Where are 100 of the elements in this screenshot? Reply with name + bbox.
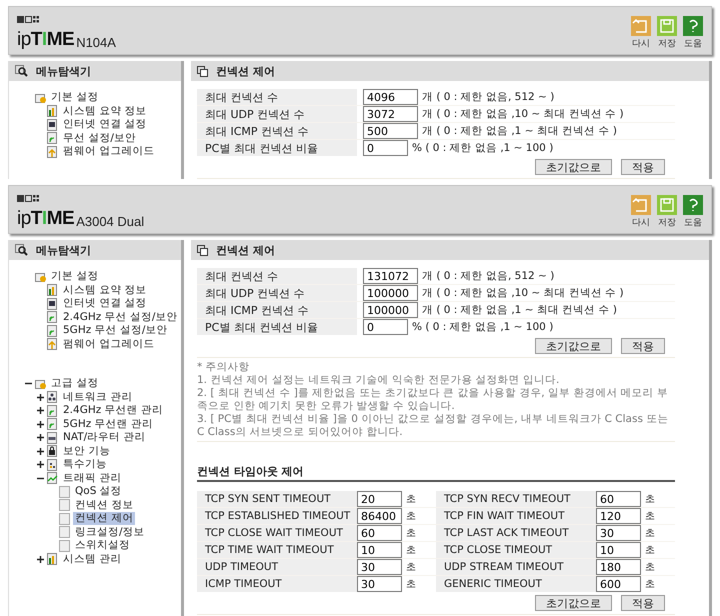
input-field[interactable]: 20 — [357, 491, 402, 507]
menu-item[interactable]: 펌웨어 업그레이드 — [61, 145, 156, 158]
sidebar-title: 메뉴탐색기 — [36, 64, 91, 78]
action-button[interactable]: 적용 — [621, 159, 665, 175]
menu-item[interactable]: 특수기능 — [61, 458, 109, 472]
input-field[interactable]: 131072 — [363, 268, 418, 284]
input-field[interactable]: 4096 — [363, 89, 418, 105]
model-name: A3004 Dual — [76, 214, 144, 229]
return-icon — [631, 16, 651, 36]
menu-item[interactable]: 컨넥션 제어 — [73, 512, 136, 526]
field-hint: 개 ( 0 : 제한 없음 ,10 ~ 최대 컨넥션 수 ) — [422, 286, 624, 300]
field-label: UDP STREAM TIMEOUT — [436, 559, 596, 575]
menu-item[interactable]: 링크설정/정보 — [73, 526, 147, 539]
menu-item[interactable]: 인터넷 연결 설정 — [61, 297, 149, 310]
expand-icon[interactable] — [36, 448, 44, 455]
input-field[interactable]: 100000 — [363, 302, 418, 318]
expand-icon[interactable] — [36, 461, 44, 468]
input-field[interactable]: 0 — [363, 140, 408, 156]
input-field[interactable]: 30 — [357, 576, 402, 592]
unit-label: 초 — [645, 493, 655, 506]
field-label: 최대 ICMP 컨넥션 수 — [197, 123, 357, 139]
menu-item[interactable]: 인터넷 연결 설정 — [61, 118, 149, 132]
floppy-disk-icon — [657, 195, 677, 215]
expand-icon[interactable] — [36, 434, 44, 442]
field-hint: 개 ( 0 : 제한 없음 ,1 ~ 최대 컨넥션 수 ) — [422, 303, 617, 317]
unit-label: 초 — [406, 527, 416, 540]
input-field[interactable]: 3072 — [363, 106, 418, 122]
input-field[interactable]: 10 — [357, 542, 402, 558]
menu-item[interactable]: 펌웨어 업그레이드 — [61, 338, 156, 351]
toolbar-button[interactable]: 도움 — [683, 195, 703, 229]
field-label: 최대 UDP 컨넥션 수 — [197, 106, 357, 122]
menu-item[interactable]: 고급 설정 — [49, 377, 100, 390]
expand-icon[interactable] — [36, 556, 44, 563]
action-button[interactable]: 초기값으로 — [535, 338, 612, 354]
toolbar-button[interactable]: 저장 — [657, 195, 677, 229]
toolbar-button[interactable]: 다시 — [631, 195, 651, 229]
menu-item[interactable]: 시스템 요약 정보 — [61, 104, 149, 118]
menu-item[interactable]: 2.4GHz 무선 설정/보안 — [61, 310, 180, 324]
menu-item[interactable]: 트래픽 관리 — [61, 472, 124, 485]
toolbar-button[interactable]: 다시 — [631, 16, 651, 50]
menu-item[interactable]: QoS 설정 — [73, 485, 124, 498]
field-label: TCP CLOSE TIMEOUT — [436, 542, 596, 558]
field-hint: % ( 0 : 제한 없음 ,1 ~ 100 ) — [412, 320, 554, 334]
expand-icon[interactable] — [36, 420, 44, 428]
menu-item[interactable]: 시스템 요약 정보 — [61, 284, 149, 297]
menu-item[interactable]: 기본 설정 — [49, 91, 100, 104]
input-field[interactable]: 10 — [596, 542, 641, 558]
menu-item[interactable]: 5GHz 무선랜 관리 — [61, 418, 155, 431]
field-hint: 개 ( 0 : 제한 없음 ,1 ~ 최대 컨넥션 수 ) — [422, 124, 617, 138]
input-field[interactable]: 60 — [357, 525, 402, 541]
menu-item[interactable]: 무선 설정/보안 — [61, 132, 138, 145]
field-label: PC별 최대 컨넥션 비율 — [197, 140, 357, 156]
menu-item[interactable]: 2.4GHz 무선랜 관리 — [61, 404, 165, 418]
bar-chart-icon — [47, 284, 59, 296]
help-icon — [683, 195, 703, 215]
menu-item[interactable]: 네트워크 관리 — [61, 390, 134, 404]
toolbar-button[interactable]: 도움 — [683, 16, 703, 50]
floppy-disk-icon — [657, 16, 677, 36]
squares-icon — [17, 195, 39, 203]
folder-icon — [35, 92, 47, 104]
input-field[interactable]: 0 — [363, 319, 408, 335]
action-button[interactable]: 적용 — [621, 595, 665, 611]
menu-item[interactable]: 컨넥션 정보 — [73, 498, 136, 512]
return-icon — [631, 195, 651, 215]
field-label: 최대 컨넥션 수 — [197, 89, 357, 105]
menu-item[interactable]: 5GHz 무선 설정/보안 — [61, 324, 170, 338]
model-name: N104A — [76, 35, 116, 50]
toolbar-button[interactable]: 저장 — [657, 16, 677, 50]
monitor-icon — [47, 118, 59, 131]
input-field[interactable]: 180 — [596, 559, 641, 575]
monitor-icon — [47, 298, 59, 310]
input-field[interactable]: 600 — [596, 576, 641, 592]
input-field[interactable]: 30 — [596, 525, 641, 541]
input-field[interactable]: 100000 — [363, 285, 418, 301]
window-icon — [197, 66, 208, 76]
input-field[interactable]: 60 — [596, 491, 641, 507]
input-field[interactable]: 500 — [363, 123, 418, 139]
expand-icon[interactable] — [36, 394, 44, 401]
page-icon — [59, 486, 71, 498]
action-button[interactable]: 초기값으로 — [535, 595, 612, 611]
wifi-icon — [47, 404, 59, 417]
expand-icon[interactable] — [36, 407, 44, 414]
input-field[interactable]: 86400 — [357, 508, 402, 524]
action-button[interactable]: 초기값으로 — [535, 159, 612, 175]
field-label: TCP LAST ACK TIMEOUT — [436, 525, 596, 541]
menu-item[interactable]: 보안 기능 — [61, 444, 112, 458]
wifi-icon — [47, 418, 59, 430]
input-field[interactable]: 120 — [596, 508, 641, 524]
action-button[interactable]: 적용 — [621, 338, 665, 354]
unit-label: 초 — [645, 527, 655, 540]
field-label: TCP SYN RECV TIMEOUT — [436, 491, 596, 507]
field-label: GENERIC TIMEOUT — [436, 576, 596, 592]
search-icon — [15, 244, 28, 256]
input-field[interactable]: 30 — [357, 559, 402, 575]
bar-chart-icon — [47, 105, 59, 118]
menu-item[interactable]: 시스템 관리 — [61, 552, 124, 566]
menu-item[interactable]: 기본 설정 — [49, 270, 100, 284]
field-label: PC별 최대 컨넥션 비율 — [197, 319, 357, 335]
menu-item[interactable]: NAT/라우터 관리 — [61, 431, 148, 444]
menu-item[interactable]: 스위치설정 — [73, 539, 132, 552]
